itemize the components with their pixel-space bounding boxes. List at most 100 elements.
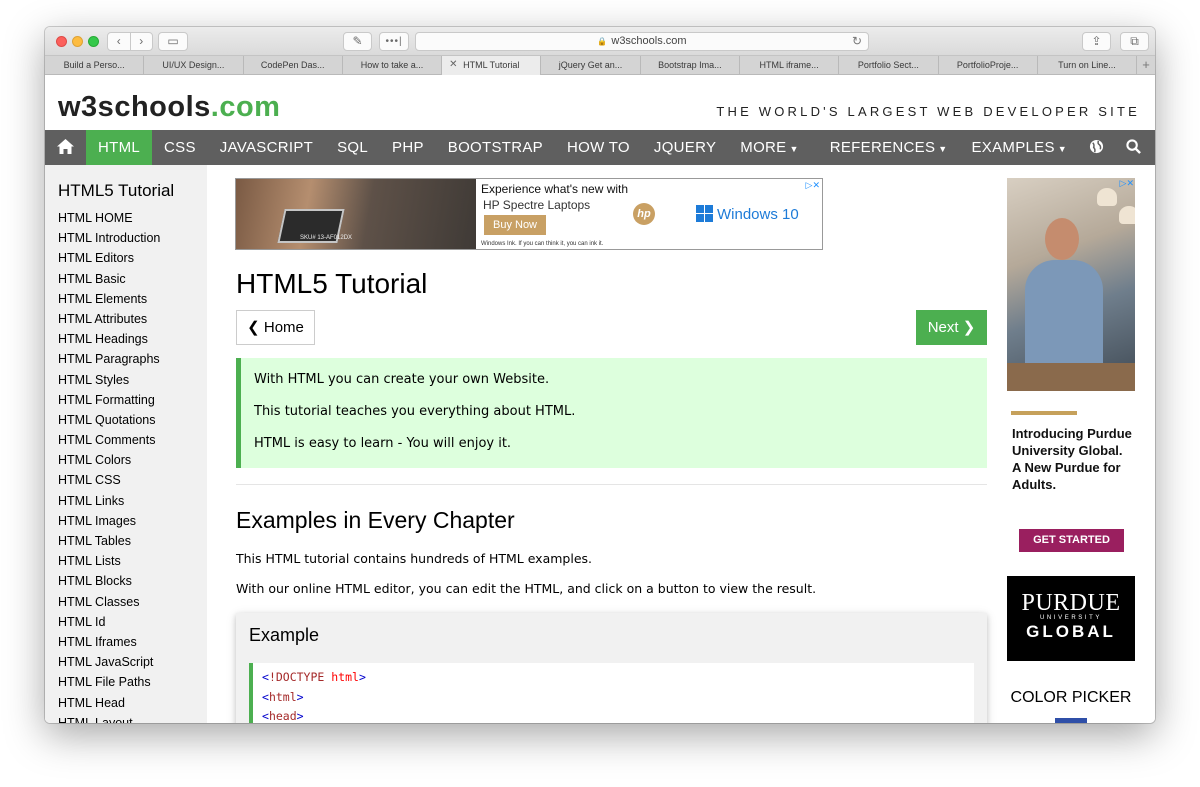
zoom-window-button[interactable] (88, 36, 99, 47)
code-line: <html> (262, 688, 974, 708)
share-button[interactable]: ⇪ (1082, 32, 1111, 51)
nav-jquery[interactable]: JQUERY (642, 130, 728, 165)
browser-toolbar: ‹ › ▭ ✎ •••| 🔒 w3schools.com ↻ ⇪ ⧉ (45, 27, 1155, 56)
tab-label: How to take a... (360, 60, 424, 70)
next-button[interactable]: Next ❯ (916, 310, 987, 345)
nav-examples[interactable]: EXAMPLES ▼ (960, 130, 1080, 165)
adchoices-icon[interactable]: ▷✕ (806, 180, 820, 191)
sidebar-link[interactable]: HTML Layout (45, 713, 207, 723)
browser-tab[interactable]: Portfolio Sect... (839, 56, 939, 75)
minimize-window-button[interactable] (72, 36, 83, 47)
section-title: Examples in Every Chapter (236, 507, 515, 533)
code-token: html (324, 670, 359, 684)
browser-tab[interactable]: jQuery Get an... (541, 56, 641, 75)
note-line: With HTML you can create your own Websit… (254, 372, 550, 387)
tab-label: UI/UX Design... (162, 60, 225, 70)
sidebar-link[interactable]: HTML Tables (45, 531, 207, 551)
browser-tab[interactable]: UI/UX Design... (144, 56, 244, 75)
new-tab-button[interactable]: + (1137, 56, 1155, 74)
sidebar-link[interactable]: HTML Lists (45, 551, 207, 571)
browser-tab[interactable]: Turn on Line... (1038, 56, 1138, 75)
sidebar-link[interactable]: HTML Images (45, 511, 207, 531)
translate-button[interactable] (1079, 130, 1114, 165)
nav-javascript[interactable]: JAVASCRIPT (208, 130, 325, 165)
browser-tab[interactable]: PortfolioProje... (939, 56, 1038, 75)
sidebar-link[interactable]: HTML Attributes (45, 309, 207, 329)
sidebar-link[interactable]: HTML Id (45, 612, 207, 632)
lamp-image (1097, 188, 1117, 206)
sidebar-link[interactable]: HTML File Paths (45, 672, 207, 692)
close-window-button[interactable] (56, 36, 67, 47)
reload-icon[interactable]: ↻ (852, 33, 862, 50)
ad-headline: Experience what's new with (481, 182, 629, 196)
home-nav-button[interactable] (45, 130, 86, 165)
site-logo[interactable]: w3schools.com (58, 91, 280, 124)
caret-down-icon: ▼ (789, 144, 799, 154)
sidebar-link[interactable]: HTML Editors (45, 248, 207, 268)
browser-tab[interactable]: How to take a... (343, 56, 443, 75)
sidebar-link[interactable]: HTML Introduction (45, 228, 207, 248)
nav-howto[interactable]: HOW TO (555, 130, 642, 165)
search-button[interactable] (1114, 130, 1155, 165)
color-swatch[interactable] (1055, 718, 1087, 723)
code-token: < (262, 689, 269, 704)
caret-down-icon: ▼ (1057, 144, 1067, 154)
top-navigation: HTML CSS JAVASCRIPT SQL PHP BOOTSTRAP HO… (45, 130, 1155, 165)
nav-bootstrap[interactable]: BOOTSTRAP (436, 130, 555, 165)
sidebar-link[interactable]: HTML JavaScript (45, 652, 207, 672)
color-picker-title: COLOR PICKER (1010, 689, 1132, 706)
back-button[interactable]: ‹ (108, 33, 130, 50)
sidebar-link[interactable]: HTML Colors (45, 450, 207, 470)
code-token: < (262, 670, 269, 684)
get-started-button[interactable]: GET STARTED (1019, 529, 1124, 552)
sidebar-link[interactable]: HTML HOME (45, 208, 207, 228)
browser-tab[interactable]: Build a Perso... (45, 56, 145, 75)
sidebar-link[interactable]: HTML Head (45, 693, 207, 713)
browser-tab[interactable]: HTML iframe... (740, 56, 840, 75)
sidebar-link[interactable]: HTML Blocks (45, 571, 207, 591)
example-box: Example <!DOCTYPE html> <html> <head> (236, 613, 987, 723)
divider (236, 484, 987, 485)
address-bar[interactable]: 🔒 w3schools.com ↻ (415, 32, 869, 51)
ad-buy-button[interactable]: Buy Now (484, 215, 546, 235)
search-icon (1126, 139, 1141, 154)
logo-text: w3schools (58, 91, 211, 123)
sidebar-link[interactable]: HTML CSS (45, 470, 207, 490)
sidebar-link[interactable]: HTML Quotations (45, 410, 207, 430)
sidebar-link[interactable]: HTML Paragraphs (45, 349, 207, 369)
close-tab-icon[interactable]: ✕ (449, 56, 457, 74)
adchoices-icon[interactable]: ▷✕ (1120, 178, 1134, 189)
nav-references[interactable]: REFERENCES ▼ (818, 130, 960, 165)
sidebar-link[interactable]: HTML Comments (45, 430, 207, 450)
sidebar-link[interactable]: HTML Classes (45, 592, 207, 612)
nav-html[interactable]: HTML (86, 130, 153, 165)
sidebar-link[interactable]: HTML Iframes (45, 632, 207, 652)
intro-note: With HTML you can create your own Websit… (236, 358, 987, 468)
sidebar-link[interactable]: HTML Styles (45, 370, 207, 390)
code-block: <!DOCTYPE html> <html> <head> (249, 663, 974, 723)
purdue-advertisement[interactable]: Introducing Purdue University Global. A … (1007, 178, 1135, 661)
browser-tab[interactable]: ✕ HTML Tutorial (442, 56, 542, 75)
sidebar-link[interactable]: HTML Links (45, 491, 207, 511)
browser-tab[interactable]: CodePen Das... (244, 56, 343, 75)
ad-product: HP Spectre Laptops (483, 198, 591, 212)
sidebar-link[interactable]: HTML Headings (45, 329, 207, 349)
nav-more[interactable]: MORE ▼ (728, 130, 810, 165)
sidebar-link[interactable]: HTML Basic (45, 269, 207, 289)
desk-image (1007, 363, 1135, 391)
sidebar-link[interactable]: HTML Formatting (45, 390, 207, 410)
nav-php[interactable]: PHP (380, 130, 436, 165)
nav-sql[interactable]: SQL (325, 130, 380, 165)
forward-button[interactable]: › (129, 33, 153, 50)
home-button[interactable]: ❮ Home (236, 310, 315, 345)
browser-window: ‹ › ▭ ✎ •••| 🔒 w3schools.com ↻ ⇪ ⧉ Build … (45, 27, 1155, 723)
nav-references-label: REFERENCES (829, 139, 936, 156)
hp-advertisement[interactable]: SKU# 13-AF012DX Experience what's new wi… (235, 178, 823, 250)
show-tabs-button[interactable]: ⧉ (1120, 32, 1149, 51)
sidebar-toggle-button[interactable]: ▭ (158, 32, 188, 51)
evernote-extension-icon[interactable]: ✎ (343, 32, 372, 51)
sidebar-link[interactable]: HTML Elements (45, 289, 207, 309)
nav-css[interactable]: CSS (152, 130, 208, 165)
more-extensions-icon[interactable]: •••| (379, 32, 409, 51)
browser-tab[interactable]: Bootstrap Ima... (641, 56, 740, 75)
